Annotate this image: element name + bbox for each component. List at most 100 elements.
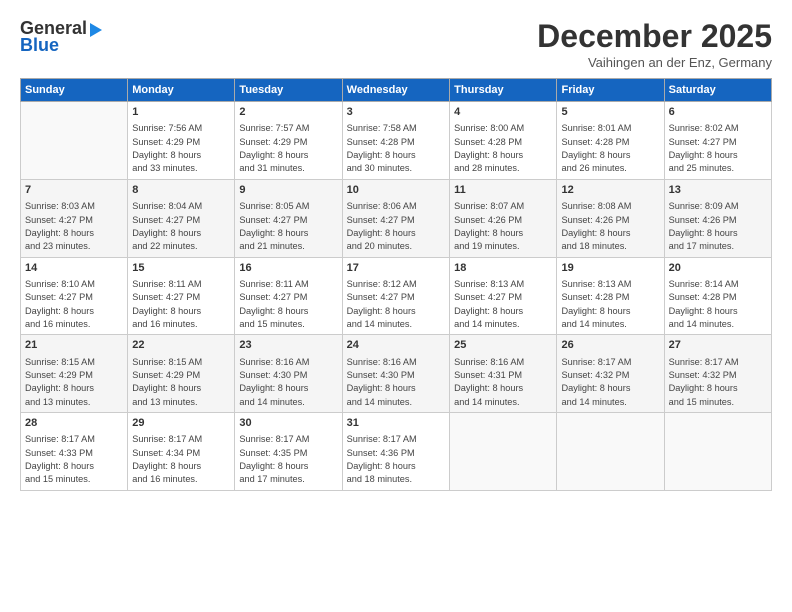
col-monday: Monday [128, 79, 235, 102]
table-row: 18 Sunrise: 8:13 AM Sunset: 4:27 PM Dayli… [450, 257, 557, 335]
table-row: 4 Sunrise: 8:00 AM Sunset: 4:28 PM Daylig… [450, 102, 557, 180]
day-info: Sunrise: 8:04 AM Sunset: 4:27 PM Dayligh… [132, 200, 230, 253]
day-info: Sunrise: 8:06 AM Sunset: 4:27 PM Dayligh… [347, 200, 445, 253]
table-row: 15 Sunrise: 8:11 AM Sunset: 4:27 PM Dayli… [128, 257, 235, 335]
day-number: 17 [347, 261, 445, 276]
day-number: 31 [347, 416, 445, 431]
table-row: 29Sunrise: 8:17 AM Sunset: 4:34 PM Dayli… [128, 413, 235, 491]
day-info: Sunrise: 7:56 AM Sunset: 4:29 PM Dayligh… [132, 122, 230, 175]
day-number: 14 [25, 261, 123, 276]
day-info: Sunrise: 8:15 AM Sunset: 4:29 PM Dayligh… [25, 356, 123, 409]
table-row: 14 Sunrise: 8:10 AM Sunset: 4:27 PM Dayli… [21, 257, 128, 335]
location-subtitle: Vaihingen an der Enz, Germany [537, 55, 772, 70]
day-number: 8 [132, 183, 230, 198]
logo-arrow-icon [90, 23, 102, 37]
day-number: 22 [132, 338, 230, 353]
day-number: 20 [669, 261, 767, 276]
table-row: 3 Sunrise: 7:58 AM Sunset: 4:28 PM Daylig… [342, 102, 449, 180]
page: General Blue December 2025 Vaihingen an … [0, 0, 792, 612]
header: General Blue December 2025 Vaihingen an … [20, 18, 772, 70]
day-number: 19 [561, 261, 659, 276]
day-number: 16 [239, 261, 337, 276]
day-number: 12 [561, 183, 659, 198]
day-number: 2 [239, 105, 337, 120]
table-row: 13 Sunrise: 8:09 AM Sunset: 4:26 PM Dayli… [664, 179, 771, 257]
table-row: 25 Sunrise: 8:16 AM Sunset: 4:31 PM Dayli… [450, 335, 557, 413]
col-tuesday: Tuesday [235, 79, 342, 102]
day-info: Sunrise: 8:10 AM Sunset: 4:27 PM Dayligh… [25, 278, 123, 331]
col-saturday: Saturday [664, 79, 771, 102]
table-row: 22 Sunrise: 8:15 AM Sunset: 4:29 PM Dayli… [128, 335, 235, 413]
day-info: Sunrise: 8:16 AM Sunset: 4:31 PM Dayligh… [454, 356, 552, 409]
day-number: 11 [454, 183, 552, 198]
day-info: Sunrise: 8:07 AM Sunset: 4:26 PM Dayligh… [454, 200, 552, 253]
day-number: 30 [239, 416, 337, 431]
table-row: 17Sunrise: 8:12 AM Sunset: 4:27 PM Dayli… [342, 257, 449, 335]
day-info: Sunrise: 8:15 AM Sunset: 4:29 PM Dayligh… [132, 356, 230, 409]
table-row: 9 Sunrise: 8:05 AM Sunset: 4:27 PM Daylig… [235, 179, 342, 257]
calendar-header-row: Sunday Monday Tuesday Wednesday Thursday… [21, 79, 772, 102]
table-row: 31 Sunrise: 8:17 AM Sunset: 4:36 PM Dayli… [342, 413, 449, 491]
table-row: 23 Sunrise: 8:16 AM Sunset: 4:30 PM Dayli… [235, 335, 342, 413]
day-info: Sunrise: 8:17 AM Sunset: 4:36 PM Dayligh… [347, 433, 445, 486]
day-number: 18 [454, 261, 552, 276]
day-info: Sunrise: 8:17 AM Sunset: 4:34 PM Dayligh… [132, 433, 230, 486]
day-number: 3 [347, 105, 445, 120]
table-row: 21 Sunrise: 8:15 AM Sunset: 4:29 PM Dayli… [21, 335, 128, 413]
table-row: 7 Sunrise: 8:03 AM Sunset: 4:27 PM Daylig… [21, 179, 128, 257]
day-info: Sunrise: 8:01 AM Sunset: 4:28 PM Dayligh… [561, 122, 659, 175]
day-info: Sunrise: 8:13 AM Sunset: 4:27 PM Dayligh… [454, 278, 552, 331]
day-info: Sunrise: 8:05 AM Sunset: 4:27 PM Dayligh… [239, 200, 337, 253]
logo: General Blue [20, 18, 102, 56]
col-friday: Friday [557, 79, 664, 102]
table-row: 5Sunrise: 8:01 AM Sunset: 4:28 PM Daylig… [557, 102, 664, 180]
day-info: Sunrise: 8:17 AM Sunset: 4:32 PM Dayligh… [669, 356, 767, 409]
table-row [557, 413, 664, 491]
day-info: Sunrise: 8:17 AM Sunset: 4:35 PM Dayligh… [239, 433, 337, 486]
day-number: 27 [669, 338, 767, 353]
table-row: 11 Sunrise: 8:07 AM Sunset: 4:26 PM Dayli… [450, 179, 557, 257]
table-row: 12Sunrise: 8:08 AM Sunset: 4:26 PM Dayli… [557, 179, 664, 257]
table-row: 2 Sunrise: 7:57 AM Sunset: 4:29 PM Daylig… [235, 102, 342, 180]
table-row: 8 Sunrise: 8:04 AM Sunset: 4:27 PM Daylig… [128, 179, 235, 257]
day-number: 6 [669, 105, 767, 120]
table-row: 16Sunrise: 8:11 AM Sunset: 4:27 PM Dayli… [235, 257, 342, 335]
day-info: Sunrise: 8:11 AM Sunset: 4:27 PM Dayligh… [132, 278, 230, 331]
day-info: Sunrise: 7:57 AM Sunset: 4:29 PM Dayligh… [239, 122, 337, 175]
table-row: 6 Sunrise: 8:02 AM Sunset: 4:27 PM Daylig… [664, 102, 771, 180]
day-number: 21 [25, 338, 123, 353]
table-row: 27 Sunrise: 8:17 AM Sunset: 4:32 PM Dayli… [664, 335, 771, 413]
day-info: Sunrise: 8:02 AM Sunset: 4:27 PM Dayligh… [669, 122, 767, 175]
day-number: 26 [561, 338, 659, 353]
table-row: 20Sunrise: 8:14 AM Sunset: 4:28 PM Dayli… [664, 257, 771, 335]
day-number: 10 [347, 183, 445, 198]
table-row: 24 Sunrise: 8:16 AM Sunset: 4:30 PM Dayli… [342, 335, 449, 413]
day-info: Sunrise: 8:03 AM Sunset: 4:27 PM Dayligh… [25, 200, 123, 253]
day-info: Sunrise: 8:16 AM Sunset: 4:30 PM Dayligh… [239, 356, 337, 409]
table-row: 26Sunrise: 8:17 AM Sunset: 4:32 PM Dayli… [557, 335, 664, 413]
day-info: Sunrise: 8:09 AM Sunset: 4:26 PM Dayligh… [669, 200, 767, 253]
day-number: 24 [347, 338, 445, 353]
logo-blue: Blue [20, 35, 59, 56]
day-info: Sunrise: 8:00 AM Sunset: 4:28 PM Dayligh… [454, 122, 552, 175]
day-number: 9 [239, 183, 337, 198]
table-row [664, 413, 771, 491]
day-number: 13 [669, 183, 767, 198]
table-row: 28Sunrise: 8:17 AM Sunset: 4:33 PM Dayli… [21, 413, 128, 491]
col-thursday: Thursday [450, 79, 557, 102]
calendar-table: Sunday Monday Tuesday Wednesday Thursday… [20, 78, 772, 491]
day-number: 23 [239, 338, 337, 353]
day-number: 4 [454, 105, 552, 120]
day-info: Sunrise: 7:58 AM Sunset: 4:28 PM Dayligh… [347, 122, 445, 175]
col-wednesday: Wednesday [342, 79, 449, 102]
table-row [450, 413, 557, 491]
day-info: Sunrise: 8:16 AM Sunset: 4:30 PM Dayligh… [347, 356, 445, 409]
table-row: 10 Sunrise: 8:06 AM Sunset: 4:27 PM Dayli… [342, 179, 449, 257]
day-number: 28 [25, 416, 123, 431]
day-number: 7 [25, 183, 123, 198]
title-area: December 2025 Vaihingen an der Enz, Germ… [537, 18, 772, 70]
day-number: 15 [132, 261, 230, 276]
day-number: 1 [132, 105, 230, 120]
day-number: 25 [454, 338, 552, 353]
table-row: 19Sunrise: 8:13 AM Sunset: 4:28 PM Dayli… [557, 257, 664, 335]
